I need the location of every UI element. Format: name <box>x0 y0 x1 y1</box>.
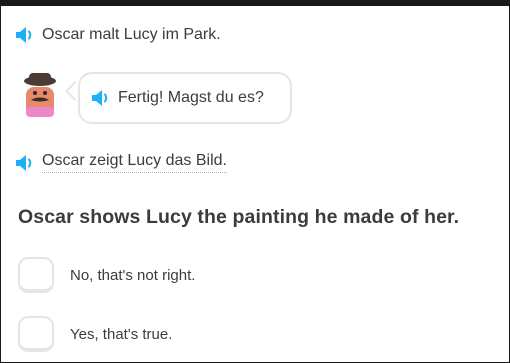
dialogue-text: Fertig! Magst du es? <box>118 89 264 106</box>
answer-option-no[interactable]: No, that's not right. <box>18 257 195 293</box>
speaker-icon[interactable] <box>90 88 114 108</box>
answer-label: No, that's not right. <box>70 266 196 284</box>
speaker-icon[interactable] <box>14 25 38 45</box>
speaker-icon[interactable] <box>14 153 38 173</box>
content-frame <box>0 0 510 363</box>
narration-text: Oscar malt Lucy im Park. <box>42 26 221 43</box>
question-text: Oscar shows Lucy the painting he made of… <box>18 206 460 228</box>
oscar-avatar <box>20 71 60 117</box>
answer-option-yes[interactable]: Yes, that's true. <box>18 316 172 352</box>
narration-line-2: Oscar zeigt Lucy das Bild. <box>14 152 227 173</box>
narration-text: Oscar zeigt Lucy das Bild. <box>42 152 227 173</box>
answer-label: Yes, that's true. <box>70 325 173 343</box>
answer-checkbox[interactable] <box>18 257 54 293</box>
speech-bubble: Fertig! Magst du es? <box>78 72 292 124</box>
narration-line-1: Oscar malt Lucy im Park. <box>14 25 221 45</box>
answer-checkbox[interactable] <box>18 316 54 352</box>
